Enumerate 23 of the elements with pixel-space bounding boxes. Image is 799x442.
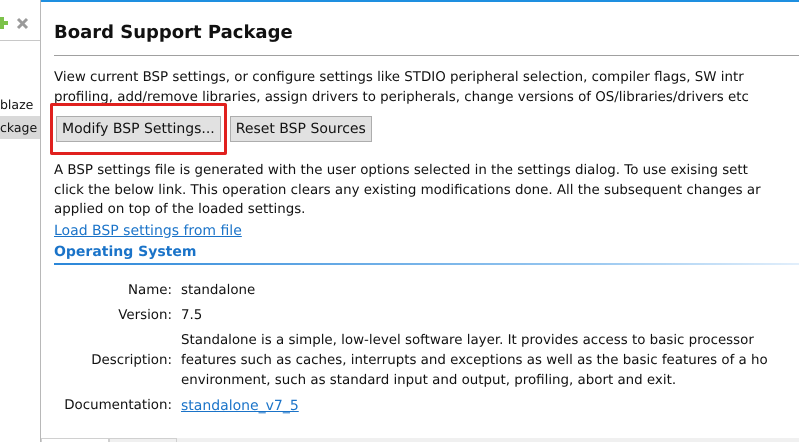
field-value: features such as caches, interrupts and exceptions as well as the basic features of a ho — [181, 352, 769, 370]
field-label: Description: — [90, 352, 172, 370]
tree-item[interactable]: ckage — [0, 116, 40, 139]
field-value: Standalone is a simple, low-level software layer. It provides access to basic processor — [181, 332, 755, 350]
description-line: profiling, add/remove libraries, assign drivers to peripherals, change versions of OS/libraries/drivers etc — [54, 88, 750, 106]
field-value: standalone — [181, 282, 256, 300]
info-line: click the below link. This operation clears any existing modifications done. All the subsequent changes ar — [54, 182, 762, 200]
field-value: environment, such as standard input and output, profiling, abort and exit. — [181, 372, 678, 390]
close-icon[interactable] — [16, 16, 29, 30]
field-label: Documentation: — [63, 397, 172, 415]
page-title: Board Support Package — [54, 22, 294, 43]
documentation-link[interactable]: standalone_v7_5 — [181, 398, 299, 414]
field-label: Version: — [117, 306, 172, 324]
tree-item[interactable]: blaze — [0, 93, 40, 116]
info-line: applied on top of the loaded settings. — [54, 201, 306, 219]
load-settings-link[interactable]: Load BSP settings from file — [54, 222, 242, 238]
field-label: Name: — [126, 282, 172, 300]
info-line: A BSP settings file is generated with the user options selected in the settings dialog. To use exising sett — [54, 162, 749, 180]
action-button[interactable]: Reset BSP Sources — [230, 116, 372, 142]
section-heading: Operating System — [54, 244, 198, 260]
action-button[interactable]: Modify BSP Settings... — [56, 116, 221, 142]
description-line: View current BSP settings, or configure settings like STDIO peripheral selection, compiler flags, SW intr — [54, 69, 745, 87]
field-value: 7.5 — [181, 306, 204, 324]
